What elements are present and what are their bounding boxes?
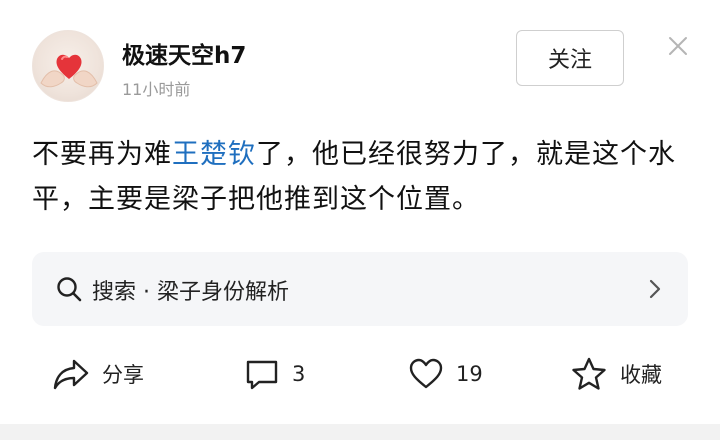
share-icon: [53, 359, 89, 390]
avatar[interactable]: [32, 30, 104, 102]
comment-button[interactable]: 3: [244, 354, 305, 394]
favorite-button[interactable]: 收藏: [570, 354, 662, 394]
heart-hands-icon: [40, 54, 98, 88]
comment-icon: [246, 360, 278, 390]
star-icon: [572, 357, 606, 390]
like-count: 19: [456, 362, 483, 386]
favorite-label: 收藏: [620, 363, 662, 387]
post-header: 极速天空h7 11小时前 关注: [32, 30, 692, 102]
action-bar: 分享 3 19 收藏: [0, 340, 720, 410]
post-body: 不要再为难王楚钦了，他已经很努力了，就是这个水平，主要是梁子把他推到这个位置。: [32, 132, 692, 222]
search-suggestion-text: 搜索 · 梁子身份解析: [92, 280, 289, 305]
post-time: 11小时前: [122, 80, 191, 99]
divider: [0, 424, 720, 440]
close-icon[interactable]: [666, 34, 690, 58]
follow-button[interactable]: 关注: [516, 30, 624, 86]
heart-icon: [409, 358, 443, 389]
chevron-right-icon: [649, 279, 661, 299]
comment-count: 3: [292, 362, 306, 386]
post-text-before: 不要再为难: [32, 139, 172, 170]
search-icon: [57, 277, 82, 302]
share-label: 分享: [102, 363, 144, 387]
mention-link[interactable]: 王楚钦: [172, 139, 256, 170]
author-name[interactable]: 极速天空h7: [122, 36, 246, 70]
search-suggestion[interactable]: 搜索 · 梁子身份解析: [32, 252, 688, 326]
share-button[interactable]: 分享: [52, 354, 144, 394]
like-button[interactable]: 19: [408, 354, 483, 394]
